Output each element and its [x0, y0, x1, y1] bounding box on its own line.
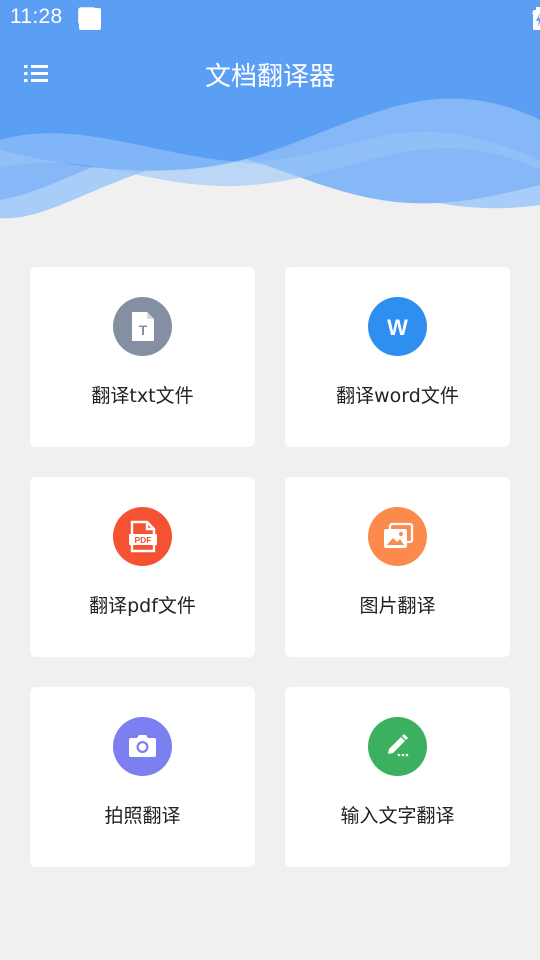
card-label: 拍照翻译	[104, 805, 181, 827]
pencil-icon	[368, 717, 427, 776]
card-label: 图片翻译	[359, 595, 436, 617]
translate-pdf-card[interactable]: PDF 翻译pdf文件	[30, 477, 255, 657]
card-label: 输入文字翻译	[340, 805, 455, 827]
pdf-file-icon: PDF	[113, 507, 172, 566]
card-label: 翻译txt文件	[91, 385, 194, 407]
txt-glyph: T	[139, 322, 148, 338]
pdf-glyph: PDF	[135, 535, 152, 545]
status-time: 11:28	[10, 5, 63, 28]
a-badge-icon: A	[78, 7, 96, 25]
txt-file-icon: T	[113, 297, 172, 356]
battery-charging-icon	[533, 7, 540, 30]
translate-txt-card[interactable]: T 翻译txt文件	[30, 267, 255, 447]
image-translate-card[interactable]: 图片翻译	[285, 477, 510, 657]
main-screen: 11:28 A 文档翻译器 T 翻译txt文件 W 翻译word文件 PDF 翻…	[0, 0, 540, 960]
card-label: 翻译pdf文件	[89, 595, 196, 617]
text-translate-card[interactable]: 输入文字翻译	[285, 687, 510, 867]
svg-text:A: A	[83, 10, 92, 24]
card-label: 翻译word文件	[336, 385, 459, 407]
photo-translate-card[interactable]: 拍照翻译	[30, 687, 255, 867]
image-icon	[368, 507, 427, 566]
app-title: 文档翻译器	[204, 62, 335, 92]
word-glyph: W	[387, 315, 408, 340]
word-file-icon: W	[368, 297, 427, 356]
camera-icon	[113, 717, 172, 776]
translate-word-card[interactable]: W 翻译word文件	[285, 267, 510, 447]
header-background: 11:28 A 文档翻译器	[0, 0, 540, 230]
status-bar: 11:28 A	[0, 0, 540, 36]
